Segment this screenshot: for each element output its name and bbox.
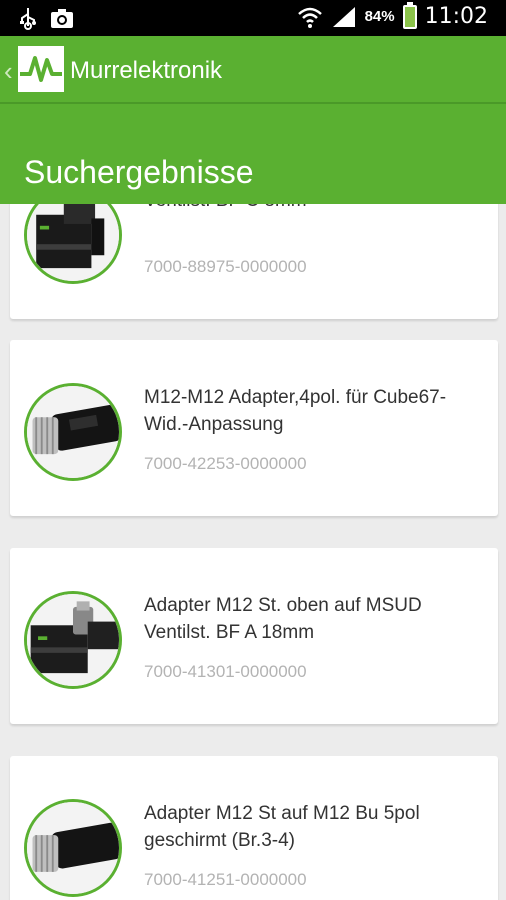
result-sku: 7000-41251-0000000 bbox=[144, 870, 307, 889]
page-header: Suchergebnisse bbox=[0, 104, 506, 204]
status-bar: 84% 11:02 bbox=[0, 0, 506, 36]
search-results-list[interactable]: Ventilst. BF C 8mm 7000-88975-0000000 M1… bbox=[0, 204, 506, 900]
clock: 11:02 bbox=[424, 4, 488, 29]
battery-icon bbox=[402, 1, 417, 29]
result-sku: 7000-42253-0000000 bbox=[144, 454, 307, 473]
m12-adapter-image bbox=[24, 383, 122, 481]
valve-connector-image bbox=[24, 591, 122, 689]
result-card[interactable]: Ventilst. BF C 8mm 7000-88975-0000000 bbox=[10, 204, 498, 319]
battery-percent: 84% bbox=[364, 8, 395, 25]
back-icon[interactable]: ‹ bbox=[4, 56, 13, 87]
page-title: Suchergebnisse bbox=[24, 154, 254, 190]
m12-adapter-image bbox=[24, 799, 122, 897]
wifi-icon bbox=[297, 7, 322, 28]
result-title: Ventilst. BF C 8mm bbox=[144, 204, 484, 214]
result-title: Adapter M12 St auf M12 Bu 5pol geschirmt… bbox=[144, 803, 420, 851]
app-title: Murrelektronik bbox=[70, 57, 223, 84]
screenshot-icon bbox=[51, 9, 73, 28]
result-title: Adapter M12 St. oben auf MSUD Ventilst. … bbox=[144, 595, 422, 643]
murrelektronik-logo[interactable] bbox=[18, 46, 64, 92]
result-title: M12-M12 Adapter,4pol. für Cube67-Wid.-An… bbox=[144, 387, 447, 435]
result-sku: 7000-41301-0000000 bbox=[144, 662, 307, 681]
result-card[interactable]: Adapter M12 St. oben auf MSUD Ventilst. … bbox=[10, 548, 498, 724]
usb-icon bbox=[20, 8, 36, 30]
result-card[interactable]: Adapter M12 St auf M12 Bu 5pol geschirmt… bbox=[10, 756, 498, 900]
signal-icon bbox=[332, 6, 355, 27]
valve-connector-image bbox=[24, 204, 122, 284]
result-sku: 7000-88975-0000000 bbox=[144, 257, 307, 276]
app-bar: ‹ Murrelektronik bbox=[0, 36, 506, 104]
result-card[interactable]: M12-M12 Adapter,4pol. für Cube67-Wid.-An… bbox=[10, 340, 498, 516]
